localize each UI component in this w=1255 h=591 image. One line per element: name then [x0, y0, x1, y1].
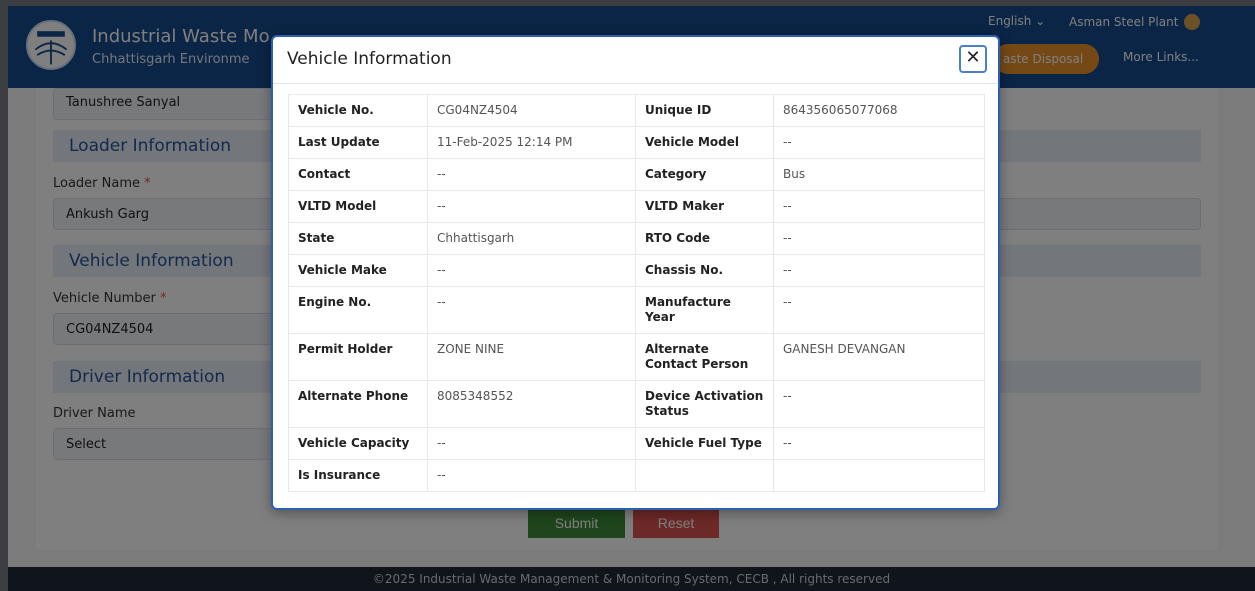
field-label: Vehicle Capacity	[288, 427, 428, 460]
table-row: Last Update 11-Feb-2025 12:14 PM Vehicle M…	[288, 126, 985, 159]
field-value: CG04NZ4504	[427, 94, 636, 127]
field-label: VLTD Model	[288, 190, 428, 223]
field-label: Is Insurance	[288, 459, 428, 492]
field-value: --	[773, 427, 985, 460]
table-row: Vehicle Capacity -- Vehicle Fuel Type --	[288, 427, 985, 460]
field-value	[773, 459, 985, 492]
field-label: Unique ID	[635, 94, 774, 127]
field-value: GANESH DEVANGAN	[773, 333, 985, 381]
field-label: Chassis No.	[635, 254, 774, 287]
field-label: State	[288, 222, 428, 255]
field-label: Vehicle No.	[288, 94, 428, 127]
field-value: --	[773, 286, 985, 334]
table-row: Engine No. -- Manufacture Year --	[288, 286, 985, 334]
field-label: Permit Holder	[288, 333, 428, 381]
table-row: Permit Holder ZONE NINE Alternate Contact …	[288, 333, 985, 381]
table-row: Vehicle No. CG04NZ4504 Unique ID 8643560650…	[288, 94, 985, 127]
field-label: RTO Code	[635, 222, 774, 255]
table-row: Contact -- Category Bus	[288, 158, 985, 191]
field-label: Device Activation Status	[635, 380, 774, 428]
field-value: --	[773, 222, 985, 255]
field-label: Alternate Contact Person	[635, 333, 774, 381]
vehicle-info-modal: Vehicle Information ✕ Vehicle No. CG04NZ4…	[271, 35, 1000, 510]
modal-divider	[273, 83, 998, 84]
field-value: --	[427, 427, 636, 460]
table-row: State Chhattisgarh RTO Code --	[288, 222, 985, 255]
table-row: Alternate Phone 8085348552 Device Activati…	[288, 380, 985, 428]
field-label: Last Update	[288, 126, 428, 159]
field-label: Engine No.	[288, 286, 428, 334]
field-value: 8085348552	[427, 380, 636, 428]
field-label: Contact	[288, 158, 428, 191]
field-label: Category	[635, 158, 774, 191]
vehicle-info-table: Vehicle No. CG04NZ4504 Unique ID 8643560650…	[288, 94, 985, 492]
field-label: VLTD Maker	[635, 190, 774, 223]
field-value: --	[427, 286, 636, 334]
field-value: 864356065077068	[773, 94, 985, 127]
table-row: Vehicle Make -- Chassis No. --	[288, 254, 985, 287]
field-value: --	[427, 158, 636, 191]
field-label: Vehicle Fuel Type	[635, 427, 774, 460]
field-value: Chhattisgarh	[427, 222, 636, 255]
field-value: Bus	[773, 158, 985, 191]
field-value: --	[427, 459, 636, 492]
field-value: --	[773, 254, 985, 287]
field-label: Vehicle Model	[635, 126, 774, 159]
close-icon[interactable]: ✕	[959, 45, 987, 73]
field-value: --	[773, 380, 985, 428]
field-value: --	[773, 126, 985, 159]
table-row: VLTD Model -- VLTD Maker --	[288, 190, 985, 223]
field-value: ZONE NINE	[427, 333, 636, 381]
field-label: Vehicle Make	[288, 254, 428, 287]
field-label: Alternate Phone	[288, 380, 428, 428]
field-value: --	[427, 254, 636, 287]
field-label	[635, 459, 774, 492]
field-value: --	[773, 190, 985, 223]
field-label: Manufacture Year	[635, 286, 774, 334]
modal-title: Vehicle Information	[287, 49, 452, 69]
table-row: Is Insurance --	[288, 459, 985, 492]
field-value: --	[427, 190, 636, 223]
field-value: 11-Feb-2025 12:14 PM	[427, 126, 636, 159]
